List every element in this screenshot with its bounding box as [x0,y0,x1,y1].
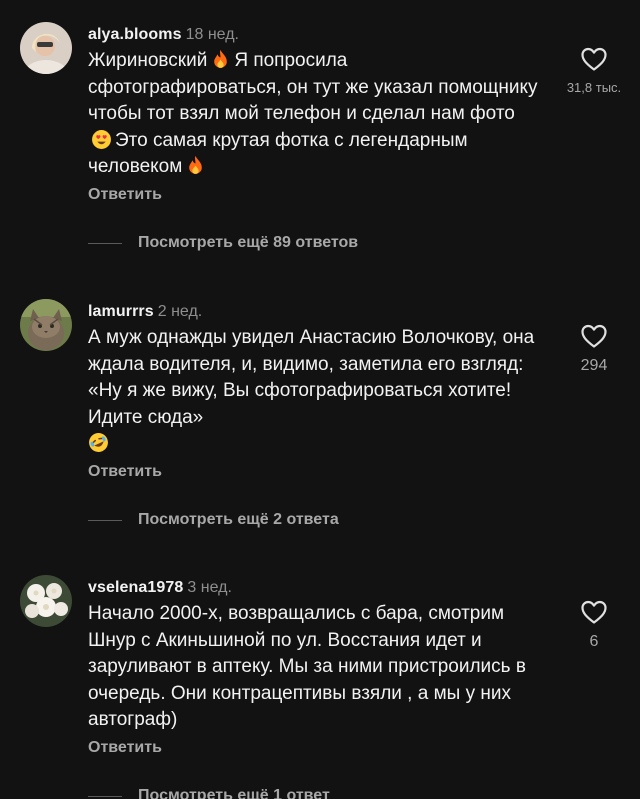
divider [88,242,122,244]
comment-text-part: Это самая крутая фотка с легендарным чел… [88,129,468,178]
avatar[interactable] [20,22,72,74]
divider [88,795,122,797]
comment-meta: vselena1978 3 нед. [88,579,232,597]
like-count: 31,8 тыс. [566,80,622,95]
like-area: 294 [556,323,632,375]
timestamp: 3 нед. [187,579,232,596]
comments-screen: alya.blooms 18 нед. Жириновский Я попросил… [0,0,640,799]
view-more-replies-label: Посмотреть ещё 2 ответа [138,511,339,528]
heart-icon[interactable] [580,46,608,72]
timestamp: 2 нед. [157,303,203,320]
comment-text: А муж однажды увидел Анастасию Волочкову… [88,325,540,458]
view-more-replies[interactable]: Посмотреть ещё 89 ответов [88,234,358,254]
avatar-photo [20,299,72,351]
like-count: 294 [580,357,608,374]
avatar[interactable] [20,299,72,351]
avatar[interactable] [20,575,72,627]
username[interactable]: alya.blooms [88,26,182,43]
username[interactable]: vselena1978 [88,579,183,596]
fire-icon [185,155,206,176]
view-more-replies-label: Посмотреть ещё 89 ответов [138,234,359,251]
comment-text-part: Жириновский [88,50,208,71]
divider [88,519,122,521]
reply-button[interactable]: Ответить [88,186,162,204]
view-more-replies[interactable]: Посмотреть ещё 2 ответа [88,511,339,531]
username[interactable]: lamurrrs [88,303,154,320]
like-count: 6 [589,633,599,650]
comment-meta: lamurrrs 2 нед. [88,303,202,321]
reply-button[interactable]: Ответить [88,463,162,481]
rofl-icon [88,432,109,453]
fire-icon [210,49,231,70]
heart-icon[interactable] [580,323,608,349]
like-area: 31,8 тыс. [556,46,632,95]
comment-text-part: А муж однажды увидел Анастасию Волочкову… [88,327,535,428]
timestamp: 18 нед. [185,26,239,43]
view-more-replies[interactable]: Посмотреть ещё 1 ответ [88,787,330,799]
view-more-replies-label: Посмотреть ещё 1 ответ [138,787,330,799]
heart-icon[interactable] [580,599,608,625]
like-area: 6 [556,599,632,651]
heart-eyes-icon [91,129,112,150]
reply-button[interactable]: Ответить [88,739,162,757]
avatar-photo [20,575,72,627]
avatar-photo [20,22,72,74]
comment-text: Жириновский Я попросила сфотографироватьс… [88,48,540,181]
comment-meta: alya.blooms 18 нед. [88,26,239,44]
comment-text: Начало 2000-х, возвращались с бара, смот… [88,603,526,730]
